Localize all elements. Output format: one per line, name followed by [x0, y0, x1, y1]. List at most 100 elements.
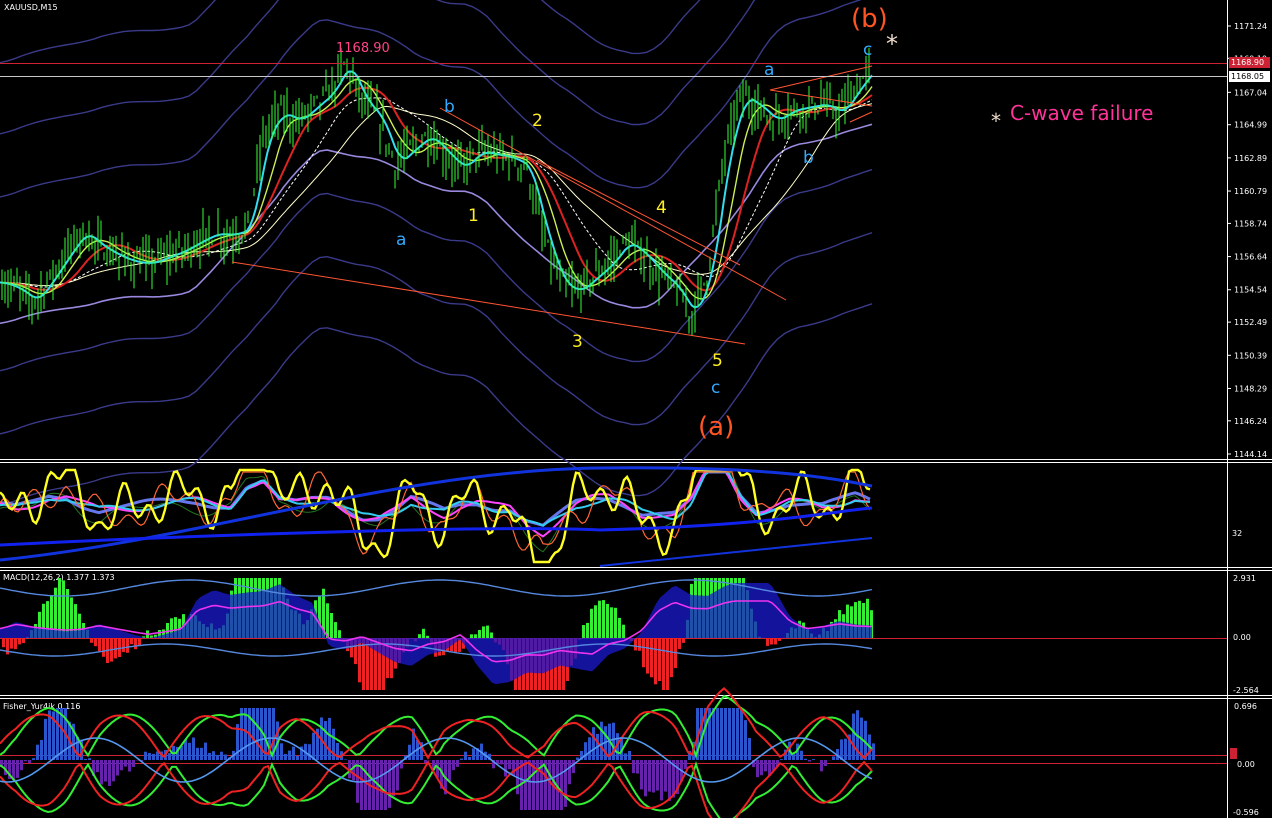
- fisher-bar-positive: [628, 751, 631, 760]
- fisher-bar-negative: [820, 760, 823, 772]
- wave-label-big-b: (b): [851, 4, 888, 34]
- fisher-bar-positive: [464, 751, 467, 760]
- fisher-axis-top: 0.696: [1234, 702, 1257, 711]
- axis-tick-label: 1162.89: [1234, 154, 1267, 163]
- macd-bar-negative: [22, 638, 25, 644]
- fisher-bar-positive: [748, 738, 751, 760]
- fisher-bar-positive: [144, 751, 147, 760]
- fisher-bar-negative: [636, 760, 639, 774]
- fisher-axis-bottom: -0.596: [1233, 808, 1259, 817]
- fisher-bar-negative: [24, 760, 27, 762]
- macd-bar-negative: [646, 638, 649, 674]
- axis-tick-label: 1150.39: [1234, 351, 1267, 360]
- fisher-bar-positive: [32, 758, 35, 760]
- fisher-bar-positive: [252, 708, 255, 760]
- wave-label-c2: c: [863, 40, 872, 60]
- wave-label-2: 2: [532, 111, 543, 131]
- axis-tick-label: 1160.79: [1234, 187, 1267, 196]
- axis-tick-label: 1146.24: [1234, 417, 1267, 426]
- macd-bar-positive: [590, 608, 593, 638]
- macd-bar-negative: [98, 638, 101, 652]
- fisher-bar-positive: [732, 708, 735, 760]
- macd-bar-negative: [94, 638, 97, 647]
- macd-bar-positive: [610, 607, 613, 638]
- fisher-bar-negative: [500, 760, 503, 765]
- fisher-bar-negative: [640, 760, 643, 790]
- axis-tick-label: 1167.04: [1234, 88, 1267, 97]
- macd-bar-negative: [638, 638, 641, 651]
- macd-bar-positive: [486, 625, 489, 638]
- fisher-bar-negative: [128, 760, 131, 772]
- fisher-bar-positive: [872, 743, 875, 760]
- high-price-label: 1168.90: [336, 41, 390, 56]
- wave-label-5: 5: [712, 351, 723, 371]
- c-wave-failure-note: C-wave failure: [1010, 101, 1153, 125]
- fisher-bar-positive: [148, 753, 151, 760]
- fisher-bar-negative: [104, 760, 107, 782]
- fisher-bar-positive: [212, 751, 215, 760]
- macd-bar-positive: [422, 628, 425, 638]
- fisher-bar-positive: [460, 758, 463, 760]
- macd-bar-positive: [418, 634, 421, 638]
- fisher-bar-positive: [296, 755, 299, 760]
- fisher-bar-negative: [528, 760, 531, 810]
- fisher-bar-positive: [740, 708, 743, 760]
- macd-bar-negative: [122, 638, 125, 653]
- fisher-bar-negative: [352, 760, 355, 781]
- fisher-bar-positive: [40, 740, 43, 760]
- note-star: *: [991, 109, 1001, 133]
- axis-tick-label: 1144.14: [1234, 450, 1267, 459]
- wave-label-b1: b: [444, 97, 455, 117]
- fisher-bar-positive: [624, 753, 627, 760]
- macd-bar-positive: [474, 634, 477, 638]
- fisher-bar-negative: [120, 760, 123, 771]
- macd-bar-negative: [138, 638, 141, 646]
- wave-label-1: 1: [468, 206, 479, 226]
- fisher-bar-negative: [392, 760, 395, 797]
- macd-bar-negative: [102, 638, 105, 657]
- macd-bar-positive: [586, 622, 589, 638]
- macd-bar-positive: [614, 607, 617, 638]
- macd-bar-positive: [606, 603, 609, 638]
- axis-tick-label: 1158.74: [1234, 219, 1267, 228]
- fisher-bar-positive: [844, 738, 847, 760]
- wave-label-b2: b: [803, 148, 814, 168]
- fisher-bar-positive: [804, 758, 807, 760]
- macd-bar-positive: [326, 603, 329, 638]
- fisher-bar-positive: [44, 718, 47, 760]
- fisher-bar-negative: [112, 760, 115, 782]
- fisher-bar-negative: [632, 760, 635, 774]
- macd-bar-negative: [90, 638, 93, 643]
- wave-label-big-a: (a): [698, 412, 734, 442]
- fisher-bar-positive: [324, 721, 327, 760]
- macd-bar-positive: [330, 613, 333, 638]
- fisher-bar-positive: [204, 742, 207, 760]
- fisher-bar-negative: [524, 760, 527, 810]
- axis-tick-label: 1152.49: [1234, 318, 1267, 327]
- macd-bar-negative: [670, 638, 673, 678]
- fisher-bar-positive: [724, 708, 727, 760]
- fisher-bar-negative: [124, 760, 127, 767]
- fisher-bar-positive: [288, 750, 291, 760]
- fisher-bar-positive: [88, 758, 91, 760]
- axis-tick-label: 1154.54: [1234, 286, 1267, 295]
- current-price-tag-text: 1168.05: [1231, 72, 1264, 81]
- fisher-bar-positive: [188, 742, 191, 760]
- fisher-bar-negative: [572, 760, 575, 774]
- fisher-bar-positive: [84, 758, 87, 760]
- fisher-bar-positive: [224, 754, 227, 760]
- macd-bar-negative: [682, 638, 685, 643]
- fisher-bar-negative: [684, 760, 687, 769]
- fisher-bar-negative: [384, 760, 387, 810]
- axis-tick-label: 1156.64: [1234, 253, 1267, 262]
- axis-tick-label: 1164.99: [1234, 121, 1267, 130]
- fisher-bar-positive: [312, 732, 315, 760]
- oscillator-axis-label: 32: [1232, 529, 1242, 538]
- fisher-bar-positive: [716, 708, 719, 760]
- fisher-bar-positive: [744, 720, 747, 760]
- trading-chart: XAUUSD,M15 1168.90 a b 1 2 3 4 5 c (a) a…: [0, 0, 1272, 818]
- fisher-bar-positive: [256, 708, 259, 760]
- fisher-bar-positive: [472, 748, 475, 760]
- fisher-bar-positive: [308, 744, 311, 760]
- fisher-bar-positive: [712, 708, 715, 760]
